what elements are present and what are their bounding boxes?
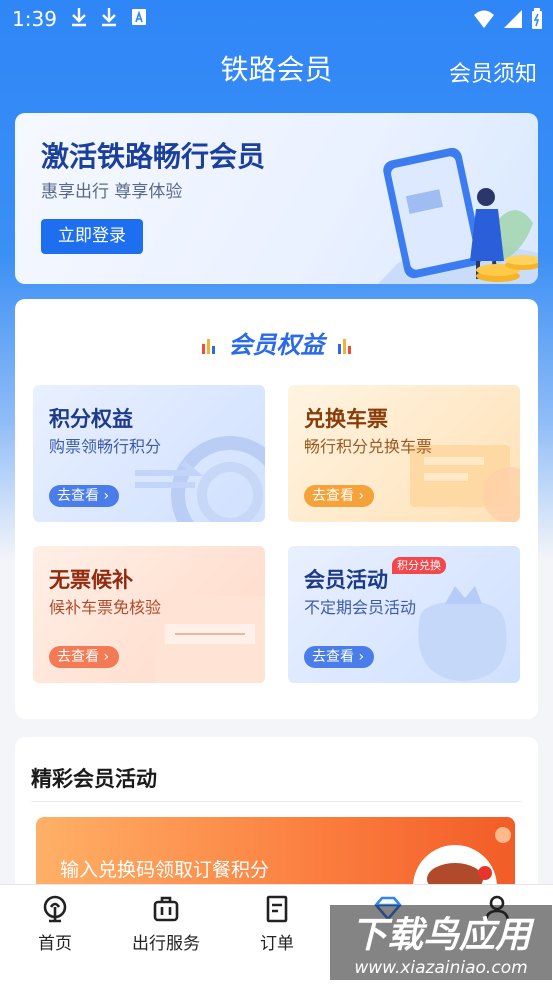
view-button[interactable]: 去查看 › [49,646,120,668]
signal-icon [504,10,522,28]
status-system-icons [473,8,543,30]
decor-bars-icon [201,339,215,354]
tab-label: 首页 [38,934,72,954]
tab-travel-services[interactable]: 出行服务 [116,895,216,954]
luggage-icon [153,896,179,922]
status-notification-icons [70,7,148,27]
watermark-title: 下载鸟应用 [351,915,535,956]
member-benefits-section: 会员权益 积分权益 购票领畅行积分 去查看 › 兑换车票 畅行积分兑换车票 去查… [15,299,538,719]
banner-title: 激活铁路畅行会员 [41,140,266,173]
view-button[interactable]: 去查看 › [49,485,120,507]
card-subtitle: 候补车票免核验 [49,598,162,617]
promo-text: 输入兑换码领取订餐积分 [60,859,270,881]
card-subtitle: 畅行积分兑换车票 [304,437,433,456]
view-button[interactable]: 去查看 › [304,646,375,668]
banner-subtitle: 惠享出行 尊享体验 [41,182,183,202]
member-activity-card[interactable]: 会员活动 积分兑换 不定期会员活动 去查看 › [288,546,520,683]
wifi-icon [474,10,494,28]
card-subtitle: 不定期会员活动 [304,598,417,617]
activities-title: 精彩会员活动 [31,767,157,791]
card-subtitle: 购票领畅行积分 [49,437,162,456]
tab-label: 订单 [260,934,294,954]
view-button[interactable]: 去查看 › [304,485,375,507]
order-icon [266,895,288,923]
member-notice-link[interactable]: 会员须知 [449,56,537,88]
download-icon [72,8,86,27]
points-benefit-card[interactable]: 积分权益 购票领畅行积分 去查看 › [33,385,265,522]
battery-icon [532,8,542,29]
card-title: 会员活动 [304,568,388,592]
card-title: 积分权益 [49,407,133,431]
points-exchange-badge: 积分兑换 [392,557,446,574]
tab-home[interactable]: 首页 [5,895,105,954]
card-title: 无票候补 [49,568,133,592]
translate-icon [132,9,146,25]
waitlist-card[interactable]: 无票候补 候补车票免核验 去查看 › [33,546,265,683]
login-button[interactable]: 立即登录 [41,219,143,254]
benefits-title: 会员权益 [228,331,325,359]
download-icon [102,8,116,27]
railway-logo-icon [43,895,67,923]
divider [31,801,522,802]
watermark-url: www.xiazainiao.com [354,958,527,978]
site-watermark: 下载鸟应用 www.xiazainiao.com [330,905,552,980]
card-title: 兑换车票 [304,407,388,431]
decor-bars-icon [337,339,351,354]
activation-banner: 激活铁路畅行会员 惠享出行 尊享体验 立即登录 [15,113,538,284]
status-time: 1:39 [12,7,57,31]
app-header: 铁路会员 会员须知 [0,38,553,98]
tab-label: 出行服务 [132,934,200,954]
exchange-ticket-card[interactable]: 兑换车票 畅行积分兑换车票 去查看 › [288,385,520,522]
status-bar: 1:39 [0,0,553,38]
tab-orders[interactable]: 订单 [227,895,327,954]
benefits-heading: 会员权益 [15,325,538,360]
phone-illustration [378,147,538,284]
